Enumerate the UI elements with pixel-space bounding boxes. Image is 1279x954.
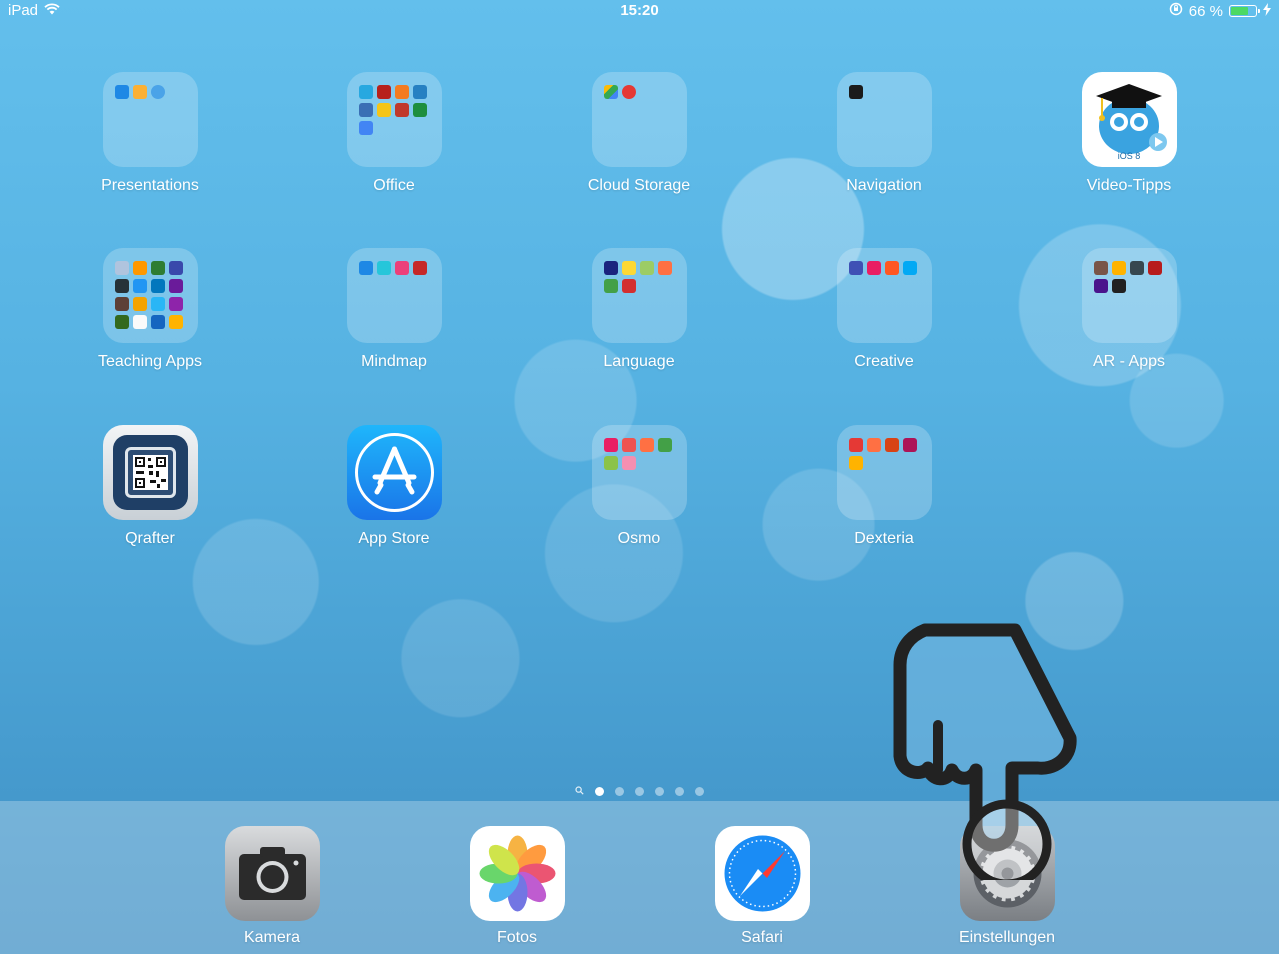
dock-app-kamera[interactable]: Kamera <box>182 826 362 947</box>
folder-icon <box>1081 248 1177 343</box>
folder-icon <box>591 248 687 343</box>
charging-icon <box>1263 2 1271 20</box>
app-label: Osmo <box>617 530 661 547</box>
app-label: Cloud Storage <box>587 177 691 194</box>
app-label: Presentations <box>101 177 199 194</box>
photos-flower-icon <box>469 826 565 921</box>
folder-office[interactable]: Office <box>304 72 484 195</box>
app-qrafter[interactable]: Qrafter <box>60 425 240 548</box>
folder-icon <box>836 72 932 167</box>
dock-app-fotos[interactable]: Fotos <box>427 826 607 947</box>
page-dot-4[interactable] <box>655 787 664 796</box>
app-label: Dexteria <box>854 530 914 547</box>
app-video-tipps[interactable]: iOS 8 Video-Tipps <box>1039 72 1219 195</box>
app-label: Fotos <box>496 929 537 946</box>
app-label: Language <box>603 353 675 370</box>
battery-fill <box>1231 7 1248 15</box>
app-label: Teaching Apps <box>97 353 203 370</box>
pointing-hand-icon <box>893 623 1077 880</box>
app-app-store[interactable]: App Store <box>304 425 484 548</box>
folder-mindmap[interactable]: Mindmap <box>304 248 484 371</box>
battery-percent: 66 % <box>1188 2 1223 20</box>
app-label: Qrafter <box>125 530 175 547</box>
folder-dexteria[interactable]: Dexteria <box>794 425 974 548</box>
folder-icon <box>591 425 687 520</box>
app-label: Einstellungen <box>958 929 1056 946</box>
page-dot-1[interactable] <box>595 787 604 796</box>
app-label: App Store <box>358 530 430 547</box>
page-dot-3[interactable] <box>635 787 644 796</box>
status-time: 15:20 <box>620 2 659 19</box>
rotation-lock-icon <box>1169 2 1183 20</box>
app-label: Office <box>373 177 415 194</box>
ios-version-badge: iOS 8 <box>1117 151 1141 161</box>
app-store-icon <box>346 425 442 520</box>
qr-code-icon <box>102 425 198 520</box>
folder-navigation[interactable]: Navigation <box>794 72 974 195</box>
folder-presentations[interactable]: Presentations <box>60 72 240 195</box>
folder-icon <box>102 72 198 167</box>
folder-icon <box>836 248 932 343</box>
folder-cloud-storage[interactable]: Cloud Storage <box>549 72 729 195</box>
dock-app-safari[interactable]: Safari <box>672 826 852 947</box>
owl-icon: iOS 8 <box>1081 72 1177 167</box>
page-dot-2[interactable] <box>615 787 624 796</box>
folder-teaching-apps[interactable]: Teaching Apps <box>60 248 240 371</box>
app-label: Navigation <box>846 177 922 194</box>
battery-icon <box>1229 5 1260 17</box>
app-label: Mindmap <box>361 353 427 370</box>
app-label: Safari <box>741 929 783 946</box>
app-label: Video-Tipps <box>1086 177 1172 194</box>
safari-compass-icon <box>714 826 810 921</box>
status-bar: iPad 15:20 66 % <box>0 0 1279 22</box>
folder-creative[interactable]: Creative <box>794 248 974 371</box>
status-right: 66 % <box>1169 2 1271 20</box>
folder-icon <box>102 248 198 343</box>
camera-icon <box>224 826 320 921</box>
search-page-icon[interactable] <box>575 786 584 797</box>
folder-osmo[interactable]: Osmo <box>549 425 729 548</box>
folder-icon <box>346 248 442 343</box>
app-label: Kamera <box>243 929 301 946</box>
folder-language[interactable]: Language <box>549 248 729 371</box>
folder-icon <box>836 425 932 520</box>
app-label: AR - Apps <box>1092 353 1166 370</box>
folder-ar-apps[interactable]: AR - Apps <box>1039 248 1219 371</box>
folder-icon <box>591 72 687 167</box>
folder-icon <box>346 72 442 167</box>
page-dot-5[interactable] <box>675 787 684 796</box>
page-dot-6[interactable] <box>695 787 704 796</box>
app-label: Creative <box>854 353 914 370</box>
